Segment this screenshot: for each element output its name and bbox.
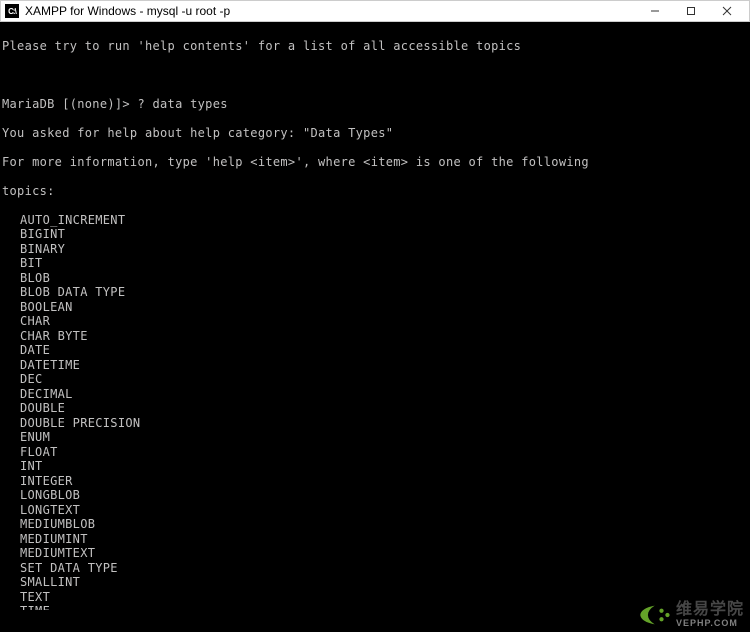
help-topic-item: BINARY <box>2 242 748 257</box>
maximize-button[interactable] <box>673 1 709 21</box>
terminal-line: Please try to run 'help contents' for a … <box>2 39 748 54</box>
terminal-line: topics: <box>2 184 748 199</box>
help-topic-item: DOUBLE PRECISION <box>2 416 748 431</box>
help-topic-item: LONGTEXT <box>2 503 748 518</box>
help-topic-item: SMALLINT <box>2 575 748 590</box>
help-topic-item: CHAR <box>2 314 748 329</box>
watermark: 维易学院 VEPHP.COM <box>636 602 744 628</box>
window-controls <box>637 1 745 21</box>
watermark-cn: 维易学院 <box>676 602 744 619</box>
help-topic-item: MEDIUMINT <box>2 532 748 547</box>
help-topic-item: DATETIME <box>2 358 748 373</box>
app-icon: C:\ <box>5 4 19 18</box>
help-topic-item: MEDIUMBLOB <box>2 517 748 532</box>
help-topic-item: MEDIUMTEXT <box>2 546 748 561</box>
minimize-button[interactable] <box>637 1 673 21</box>
help-topic-item: CHAR BYTE <box>2 329 748 344</box>
help-topic-item: BIGINT <box>2 227 748 242</box>
help-topic-item: DEC <box>2 372 748 387</box>
watermark-text: 维易学院 VEPHP.COM <box>676 602 744 628</box>
help-topic-item: SET DATA TYPE <box>2 561 748 576</box>
help-topic-item: BOOLEAN <box>2 300 748 315</box>
help-topic-item: AUTO_INCREMENT <box>2 213 748 228</box>
close-button[interactable] <box>709 1 745 21</box>
help-topic-item: BLOB DATA TYPE <box>2 285 748 300</box>
terminal-prompt: MariaDB [(none)]> ? data types <box>2 97 748 112</box>
terminal-area[interactable]: Please try to run 'help contents' for a … <box>0 22 750 610</box>
help-topic-item: FLOAT <box>2 445 748 460</box>
window-title: XAMPP for Windows - mysql -u root -p <box>25 4 637 18</box>
help-topic-item: INTEGER <box>2 474 748 489</box>
help-topic-item: DATE <box>2 343 748 358</box>
help-topic-item: LONGBLOB <box>2 488 748 503</box>
watermark-url: VEPHP.COM <box>676 619 744 628</box>
window-titlebar: C:\ XAMPP for Windows - mysql -u root -p <box>0 0 750 22</box>
help-topic-item: ENUM <box>2 430 748 445</box>
help-topic-item: BLOB <box>2 271 748 286</box>
terminal-blank <box>2 68 748 83</box>
watermark-logo-icon <box>636 603 670 627</box>
terminal-line: You asked for help about help category: … <box>2 126 748 141</box>
terminal-line: For more information, type 'help <item>'… <box>2 155 748 170</box>
help-topic-item: DECIMAL <box>2 387 748 402</box>
help-topic-item: DOUBLE <box>2 401 748 416</box>
help-topic-item: BIT <box>2 256 748 271</box>
help-topic-item: INT <box>2 459 748 474</box>
help-topic-list: AUTO_INCREMENTBIGINTBINARYBITBLOBBLOB DA… <box>2 213 748 611</box>
